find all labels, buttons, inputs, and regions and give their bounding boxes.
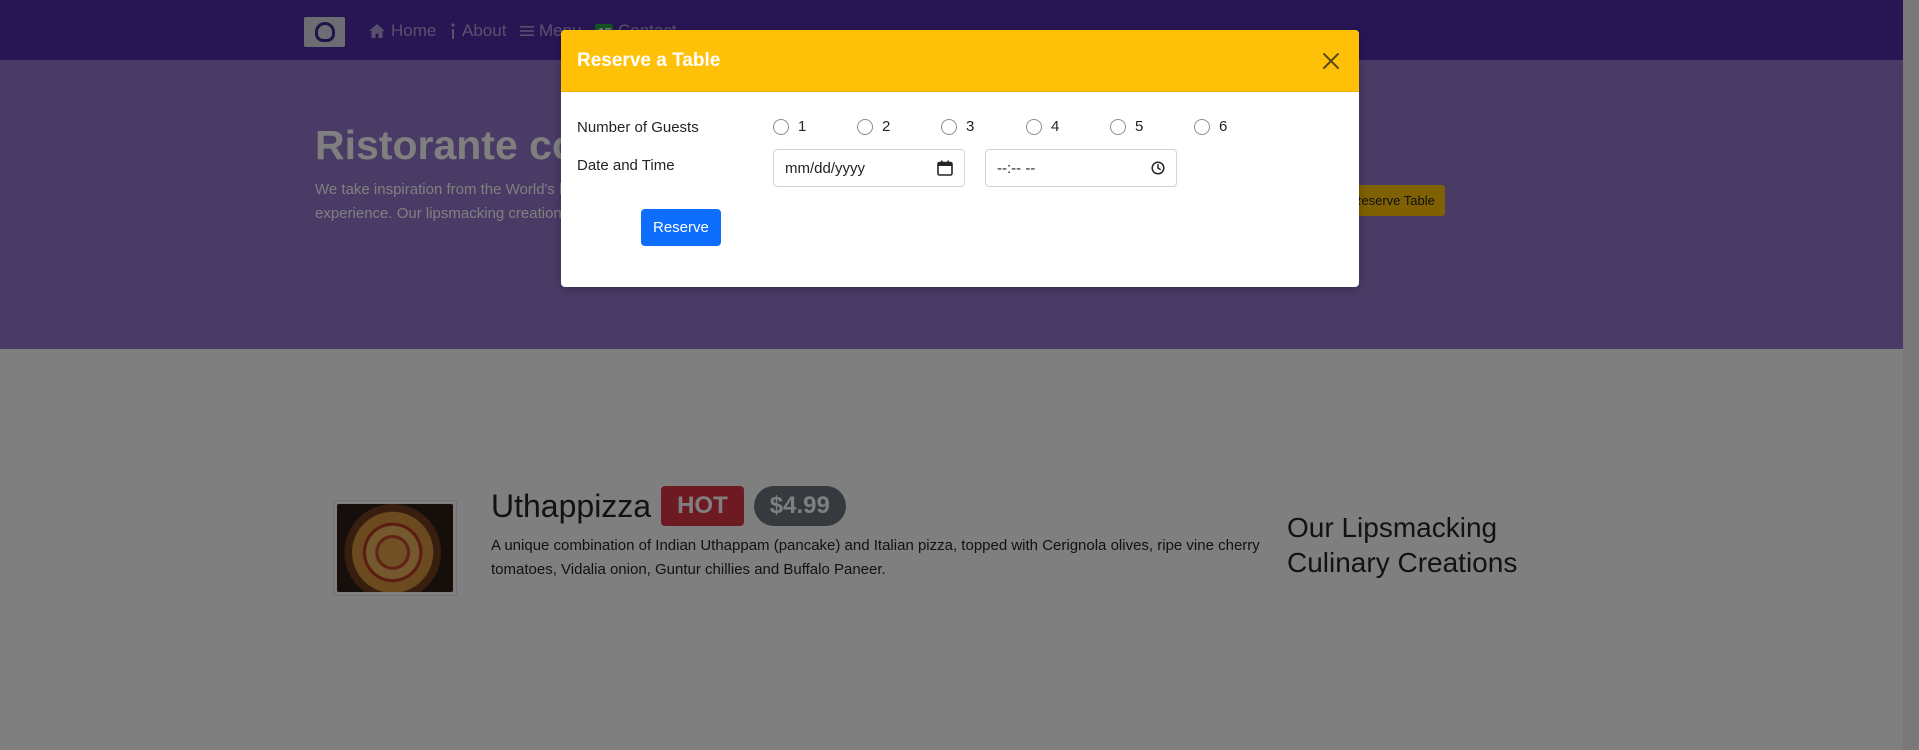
guest-radio-3[interactable]: 3 xyxy=(941,118,974,135)
radio-circle[interactable] xyxy=(857,118,873,135)
guest-radio-label: 3 xyxy=(966,118,975,135)
reserve-submit-button[interactable]: Reserve xyxy=(641,209,721,246)
time-placeholder: --:-- -- xyxy=(997,159,1036,177)
guest-radio-1[interactable]: 1 xyxy=(773,118,806,135)
guest-radio-label: 6 xyxy=(1219,118,1228,135)
guest-radio-6[interactable]: 6 xyxy=(1194,118,1227,135)
guest-radio-2[interactable]: 2 xyxy=(857,118,890,135)
radio-circle[interactable] xyxy=(1026,118,1042,135)
calendar-icon[interactable] xyxy=(937,160,953,176)
guest-radio-label: 1 xyxy=(798,118,807,135)
radio-circle[interactable] xyxy=(1110,118,1126,135)
close-icon xyxy=(1323,52,1339,69)
modal-body: Number of Guests 1 2 3 4 5 6 Date and Ti… xyxy=(561,92,1359,287)
close-button[interactable] xyxy=(1319,49,1343,73)
radio-circle[interactable] xyxy=(1194,118,1210,135)
radio-circle[interactable] xyxy=(941,118,957,135)
guests-label: Number of Guests xyxy=(577,119,699,136)
guest-radio-label: 4 xyxy=(1051,118,1060,135)
modal-title: Reserve a Table xyxy=(577,49,721,71)
datetime-label: Date and Time xyxy=(577,157,675,174)
reserve-modal: Reserve a Table Number of Guests 1 2 3 4… xyxy=(561,30,1359,287)
guest-radio-label: 5 xyxy=(1135,118,1144,135)
clock-icon[interactable] xyxy=(1151,161,1165,175)
radio-circle[interactable] xyxy=(773,118,789,135)
guest-radio-5[interactable]: 5 xyxy=(1110,118,1143,135)
guest-radio-label: 2 xyxy=(882,118,891,135)
date-placeholder: mm/dd/yyyy xyxy=(785,159,866,177)
time-input[interactable]: --:-- -- xyxy=(985,149,1177,187)
date-input[interactable]: mm/dd/yyyy xyxy=(773,149,965,187)
modal-header: Reserve a Table xyxy=(561,30,1359,92)
guest-radio-4[interactable]: 4 xyxy=(1026,118,1059,135)
